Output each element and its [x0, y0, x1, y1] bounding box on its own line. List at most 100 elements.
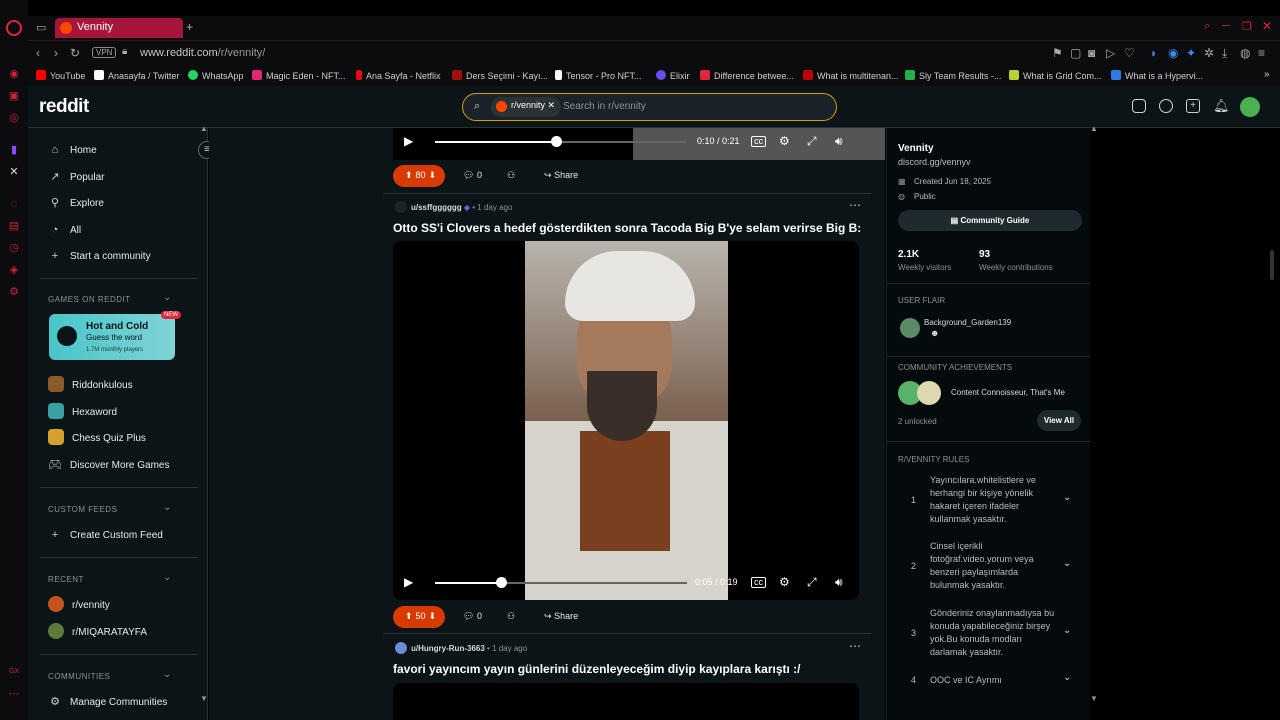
sidebar-pin-icon[interactable]: ◈ — [8, 264, 20, 276]
chevron-down-icon[interactable]: ⌄ — [163, 669, 171, 680]
community-link[interactable]: discord.gg/vennyv — [898, 157, 971, 167]
bookmark-item[interactable]: Ders Seçimi - Kayı... — [452, 70, 548, 81]
fullscreen-icon[interactable]: ⤢ — [807, 134, 817, 149]
extension-2-icon[interactable]: ◉ — [1168, 46, 1178, 60]
player-icon[interactable]: ▷ — [1106, 46, 1115, 60]
downvote-icon[interactable]: ⬇ — [429, 611, 437, 621]
post3-title[interactable]: favori yayıncım yayın günlerini düzenley… — [393, 662, 801, 676]
sidebar-gx-icon[interactable]: GX — [8, 666, 20, 678]
post3-more-icon[interactable]: ⋯ — [849, 639, 861, 653]
lock-icon[interactable]: 🔒︎ — [122, 46, 127, 57]
flair-username[interactable]: Background_Garden139 — [924, 318, 1011, 327]
bookmark-item[interactable]: Anasayfa / Twitter — [94, 70, 179, 81]
sidebar-more-icon[interactable]: ⋯ — [8, 688, 20, 700]
sidebar-twitch-icon[interactable]: ▮ — [8, 144, 20, 156]
settings-gear-icon[interactable]: ⚙ — [779, 575, 790, 589]
post2-seekbar[interactable] — [435, 582, 687, 584]
heart-icon[interactable]: ♡ — [1124, 46, 1135, 60]
nav-create-custom-feed[interactable]: + Create Custom Feed — [48, 526, 163, 544]
scroll-down-icon[interactable]: ▼ — [200, 694, 208, 703]
advertise-icon[interactable] — [1132, 99, 1146, 113]
profile-icon[interactable]: ◍ — [1240, 46, 1250, 60]
bookmark-item[interactable]: Sly Team Results -... — [905, 70, 1001, 81]
nav-manage-communities[interactable]: ⚙ Manage Communities — [48, 693, 167, 711]
recent-item[interactable]: r/vennity — [48, 596, 110, 614]
bookmark-item[interactable]: What is Grid Com... — [1009, 70, 1102, 81]
game-item[interactable]: 🎮︎ Discover More Games — [48, 456, 169, 474]
scroll-up-icon[interactable]: ▲ — [200, 124, 208, 133]
extensions-icon[interactable]: ✲ — [1204, 46, 1214, 60]
chat-icon[interactable] — [1159, 99, 1173, 113]
reload-icon[interactable]: ↻ — [70, 46, 80, 60]
post2-author[interactable]: u/ssffgggggg — [411, 203, 462, 212]
play-icon[interactable]: ▶ — [404, 575, 413, 589]
rule-text[interactable]: Yayıncılara.whitelistlere ve herhangi bi… — [930, 474, 1055, 526]
vpn-badge[interactable]: VPN — [92, 47, 117, 58]
url-field[interactable]: www.reddit.com/r/vennity/ — [140, 47, 265, 59]
more-bookmarks-icon[interactable]: » — [1264, 69, 1270, 80]
create-post-icon[interactable]: + — [1186, 99, 1200, 113]
rule-text[interactable]: Cinsel içerikli fotoğraf.video.yorum vey… — [930, 540, 1055, 592]
achievement-badge-icon[interactable] — [917, 381, 941, 405]
community-guide-button[interactable]: ▤ Community Guide — [898, 210, 1082, 231]
chevron-down-icon[interactable]: ⌄ — [1063, 558, 1071, 569]
chip-close-icon[interactable]: ✕ — [548, 100, 556, 110]
view-all-button[interactable]: View All — [1037, 410, 1081, 431]
bookmark-item[interactable]: Difference betwee... — [700, 70, 794, 81]
post3-video[interactable] — [393, 683, 859, 720]
sidebar-messenger-icon[interactable]: ◎ — [8, 112, 20, 124]
flair-avatar[interactable] — [900, 318, 920, 338]
close-window-icon[interactable]: ✕ — [1262, 19, 1272, 33]
sidebar-x-icon[interactable]: ✕ — [8, 166, 20, 178]
bookmark-item[interactable]: Tensor - Pro NFT... — [555, 70, 642, 81]
bookmark-item[interactable]: Ana Sayfa - Netflix — [356, 70, 441, 81]
play-icon[interactable]: ▶ — [404, 134, 413, 148]
post2-more-icon[interactable]: ⋯ — [849, 198, 861, 212]
bookmark-item[interactable]: WhatsApp — [188, 70, 244, 81]
search-input[interactable]: Search in r/vennity — [563, 101, 646, 112]
post1-share[interactable]: ↪ Share — [544, 170, 578, 181]
nav-popular[interactable]: ↗ Popular — [48, 168, 104, 186]
post2-share[interactable]: ↪ Share — [544, 611, 578, 622]
snapshot-icon[interactable]: ▢ — [1070, 46, 1081, 60]
chevron-down-icon[interactable]: ⌄ — [163, 292, 171, 303]
adblock-icon[interactable]: ◙ — [1088, 46, 1095, 60]
sidebar-bookmark-icon[interactable]: ▤ — [8, 220, 20, 232]
chevron-down-icon[interactable]: ⌄ — [1063, 625, 1071, 636]
nav-explore[interactable]: ⚲ Explore — [48, 194, 104, 212]
user-avatar[interactable] — [1240, 97, 1260, 117]
fullscreen-icon[interactable]: ⤢ — [807, 575, 817, 590]
chevron-down-icon[interactable]: ⌄ — [163, 502, 171, 513]
page-scrollbar[interactable] — [1270, 250, 1274, 280]
custom-feeds-header[interactable]: CUSTOM FEEDS — [48, 505, 117, 514]
menu-icon[interactable]: ≡ — [1258, 46, 1265, 60]
rule-text[interactable]: Gönderiniz onaylanmadıysa bu konuda yapa… — [930, 607, 1055, 659]
nav-home[interactable]: ⌂ Home — [48, 141, 97, 159]
game-card-hot-and-cold[interactable]: Hot and Cold Guess the word 1.7M monthly… — [49, 314, 175, 360]
download-icon[interactable]: ⤓ — [1222, 46, 1227, 61]
chevron-down-icon[interactable]: ⌄ — [163, 572, 171, 583]
post2-vote[interactable]: ⬆ 50 ⬇ — [393, 606, 445, 628]
settings-gear-icon[interactable]: ⚙ — [779, 134, 790, 148]
post2-author-avatar[interactable] — [395, 201, 407, 213]
nav-all[interactable]: ◔ All — [48, 221, 81, 239]
forward-icon[interactable]: › — [54, 46, 58, 60]
opera-logo-icon[interactable] — [6, 20, 22, 36]
new-tab-icon[interactable]: + — [186, 20, 193, 34]
captions-icon[interactable]: cc — [751, 577, 766, 588]
bookmark-item[interactable]: Magic Eden - NFT... — [252, 70, 346, 81]
sidebar-settings-icon[interactable]: ⚙ — [8, 286, 20, 298]
post2-title[interactable]: Otto SS'i Clovers a hedef gösterdikten s… — [393, 221, 861, 235]
post2-comments[interactable]: 💬︎ 0 — [463, 611, 482, 622]
sidebar-history-icon[interactable]: ◷ — [8, 242, 20, 254]
post1-comments[interactable]: 💬︎ 0 — [463, 170, 482, 181]
upvote-icon[interactable]: ⬆ — [405, 611, 413, 621]
post1-vote[interactable]: ⬆ 80 ⬇ — [393, 165, 445, 187]
scroll-up-icon[interactable]: ▲ — [1090, 124, 1098, 133]
recent-header[interactable]: RECENT — [48, 575, 84, 584]
sidebar-spotify-icon[interactable]: ◌ — [8, 198, 20, 210]
downvote-icon[interactable]: ⬇ — [429, 170, 437, 180]
volume-icon[interactable]: 🔊︎ — [835, 134, 843, 149]
game-item[interactable]: Riddonkulous — [48, 376, 133, 394]
minimize-icon[interactable]: ─ — [1222, 20, 1230, 32]
